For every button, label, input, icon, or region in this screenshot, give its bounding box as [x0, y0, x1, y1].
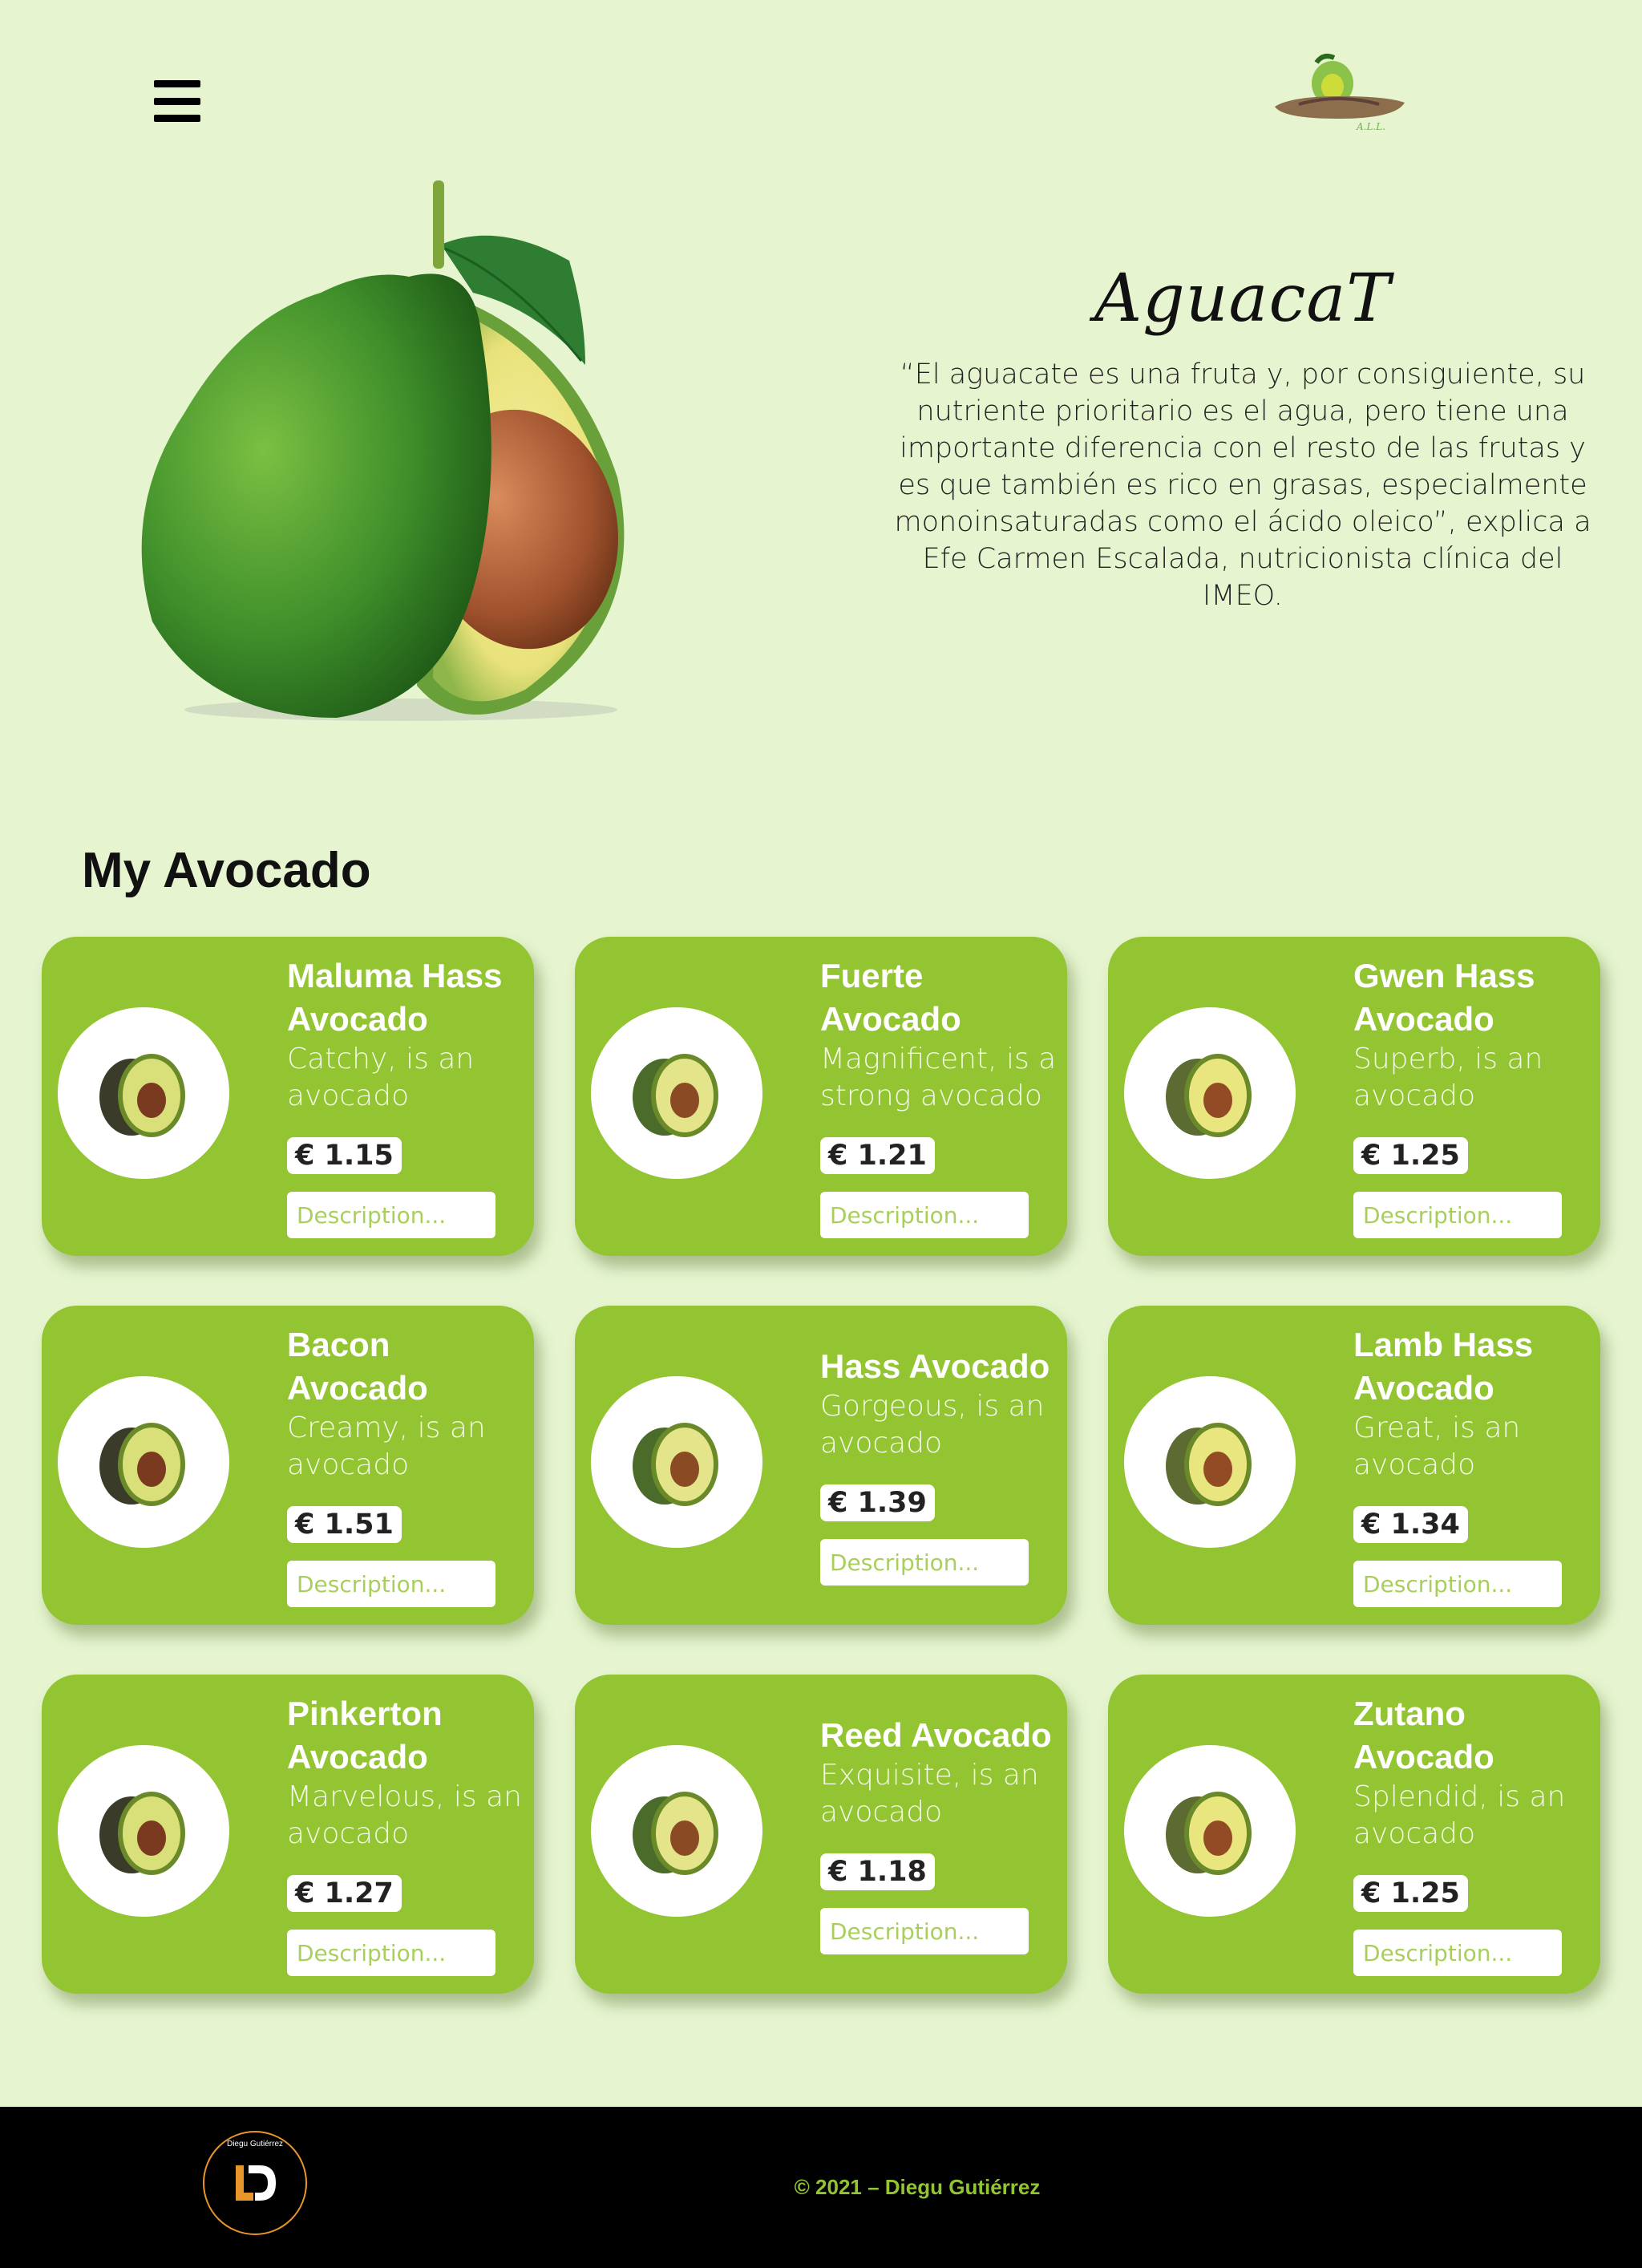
price-badge: € 1.27	[287, 1875, 402, 1912]
product-card[interactable]: Hass Avocado Gorgeous, is an avocado € 1…	[575, 1306, 1067, 1625]
product-info: Hass Avocado Gorgeous, is an avocado € 1…	[820, 1306, 1061, 1625]
product-name: Zutano Avocado	[1353, 1695, 1494, 1776]
price-badge: € 1.34	[1353, 1506, 1468, 1543]
product-card[interactable]: Fuerte Avocado Magnificent, is a strong …	[575, 937, 1067, 1256]
hero-avocado-image	[141, 180, 625, 721]
product-name: Fuerte Avocado	[820, 957, 961, 1038]
product-grid: Maluma Hass Avocado Catchy, is an avocad…	[42, 937, 1600, 1994]
price-badge: € 1.25	[1353, 1137, 1468, 1174]
description-input[interactable]	[1353, 1561, 1562, 1607]
section-title: My Avocado	[82, 843, 371, 898]
product-name: Gwen Hass Avocado	[1353, 957, 1535, 1038]
price-badge: € 1.15	[287, 1137, 402, 1174]
product-description: Exquisite, is an avocado	[820, 1759, 1039, 1829]
description-input[interactable]	[1353, 1930, 1562, 1976]
product-description: Superb, is an avocado	[1353, 1043, 1543, 1112]
avocado-thumbnail	[1124, 1007, 1296, 1179]
avocado-thumbnail	[591, 1376, 762, 1548]
avocado-thumbnail	[58, 1376, 229, 1548]
product-info: Pinkerton Avocado Marvelous, is an avoca…	[287, 1675, 528, 1994]
description-input[interactable]	[287, 1192, 495, 1238]
product-info: Fuerte Avocado Magnificent, is a strong …	[820, 937, 1061, 1256]
product-description: Splendid, is an avocado	[1353, 1780, 1566, 1850]
product-card[interactable]: Gwen Hass Avocado Superb, is an avocado …	[1108, 937, 1600, 1256]
price-badge: € 1.18	[820, 1853, 935, 1890]
description-input[interactable]	[1353, 1192, 1562, 1238]
copyright-text: © 2021 – Diegu Gutiérrez	[794, 2175, 1041, 2199]
brand-title: AguacaT	[1094, 261, 1391, 337]
price-badge: € 1.39	[820, 1484, 935, 1521]
avocado-thumbnail	[1124, 1376, 1296, 1548]
avocado-thumbnail	[591, 1007, 762, 1179]
avocado-thumbnail	[58, 1745, 229, 1917]
avocado-sombrero-logo[interactable]: A.L.L.	[1267, 47, 1411, 135]
description-input[interactable]	[820, 1908, 1029, 1954]
product-description: Great, is an avocado	[1353, 1411, 1521, 1481]
description-input[interactable]	[287, 1930, 495, 1976]
product-card[interactable]: Bacon Avocado Creamy, is an avocado € 1.…	[42, 1306, 534, 1625]
product-info: Reed Avocado Exquisite, is an avocado € …	[820, 1675, 1061, 1994]
avocado-thumbnail	[58, 1007, 229, 1179]
product-name: Hass Avocado	[820, 1347, 1050, 1385]
description-input[interactable]	[287, 1561, 495, 1607]
product-description: Magnificent, is a strong avocado	[820, 1043, 1057, 1112]
product-description: Creamy, is an avocado	[287, 1411, 486, 1481]
product-card[interactable]: Reed Avocado Exquisite, is an avocado € …	[575, 1675, 1067, 1994]
product-card[interactable]: Pinkerton Avocado Marvelous, is an avoca…	[42, 1675, 534, 1994]
product-card[interactable]: Lamb Hass Avocado Great, is an avocado €…	[1108, 1306, 1600, 1625]
product-name: Lamb Hass Avocado	[1353, 1326, 1534, 1407]
price-badge: € 1.25	[1353, 1875, 1468, 1912]
product-name: Maluma Hass Avocado	[287, 957, 503, 1038]
product-description: Gorgeous, is an avocado	[820, 1390, 1045, 1460]
product-name: Reed Avocado	[820, 1716, 1052, 1754]
product-card[interactable]: Maluma Hass Avocado Catchy, is an avocad…	[42, 937, 534, 1256]
product-info: Maluma Hass Avocado Catchy, is an avocad…	[287, 937, 528, 1256]
product-info: Zutano Avocado Splendid, is an avocado €…	[1353, 1675, 1594, 1994]
hamburger-menu-icon[interactable]	[154, 80, 200, 122]
product-card[interactable]: Zutano Avocado Splendid, is an avocado €…	[1108, 1675, 1600, 1994]
avocado-thumbnail	[591, 1745, 762, 1917]
product-info: Bacon Avocado Creamy, is an avocado € 1.…	[287, 1306, 528, 1625]
product-description: Catchy, is an avocado	[287, 1043, 475, 1112]
product-name: Pinkerton Avocado	[287, 1695, 443, 1776]
price-badge: € 1.51	[287, 1506, 402, 1543]
product-info: Lamb Hass Avocado Great, is an avocado €…	[1353, 1306, 1594, 1625]
svg-text:Diegu Gutiérrez: Diegu Gutiérrez	[227, 2140, 283, 2149]
description-input[interactable]	[820, 1539, 1029, 1586]
price-badge: € 1.21	[820, 1137, 935, 1174]
svg-text:A.L.L.: A.L.L.	[1356, 121, 1385, 132]
description-input[interactable]	[820, 1192, 1029, 1238]
product-description: Marvelous, is an avocado	[287, 1780, 522, 1850]
avocado-thumbnail	[1124, 1745, 1296, 1917]
product-name: Bacon Avocado	[287, 1326, 428, 1407]
product-info: Gwen Hass Avocado Superb, is an avocado …	[1353, 937, 1594, 1256]
hero-quote: “El aguacate es una fruta y, por consigu…	[894, 358, 1591, 612]
